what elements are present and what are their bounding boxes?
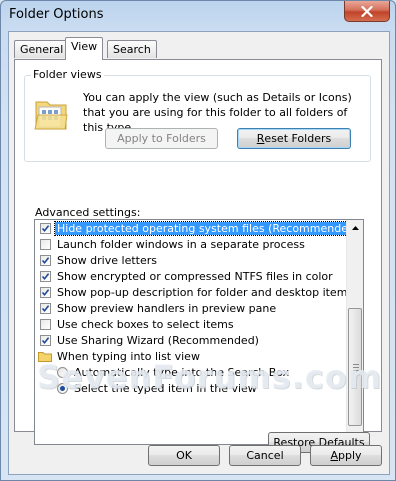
list-item-label: Show pop-up description for folder and d…	[57, 285, 354, 299]
close-icon	[361, 5, 373, 17]
list-item[interactable]: Hide protected operating system files (R…	[40, 220, 363, 236]
radio-unselected[interactable]	[57, 366, 68, 378]
apply-button[interactable]: Apply	[310, 445, 382, 466]
vertical-scrollbar[interactable]	[346, 220, 363, 444]
checkmark-icon	[41, 256, 50, 264]
checkmark-icon	[41, 304, 50, 312]
grip-line	[353, 367, 359, 368]
dialog-client-area: General View Search Folder views You can…	[8, 31, 390, 475]
close-button[interactable]	[344, 1, 390, 22]
list-item[interactable]: Show drive letters	[40, 252, 157, 268]
grip-line	[353, 364, 359, 365]
apply-label: pply	[338, 449, 362, 462]
reset-folders-button[interactable]: Reset Folders	[237, 128, 351, 149]
scrollbar-thumb[interactable]	[348, 308, 362, 426]
list-item-label: Hide protected operating system files (R…	[53, 220, 363, 236]
checkmark-icon	[41, 288, 50, 296]
list-item: When typing into list view	[38, 348, 200, 364]
view-tab-page: Folder views You can apply the view (suc…	[14, 59, 382, 453]
list-item[interactable]: Use Sharing Wizard (Recommended)	[40, 332, 259, 348]
scroll-up-button[interactable]	[347, 220, 363, 236]
ok-button[interactable]: OK	[148, 445, 220, 466]
list-item[interactable]: Launch folder windows in a separate proc…	[40, 236, 305, 252]
list-item[interactable]: Use check boxes to select items	[40, 316, 234, 332]
checkbox-unchecked[interactable]	[40, 318, 51, 330]
list-item-label: Show drive letters	[57, 253, 157, 267]
reset-folders-label: eset Folders	[264, 132, 332, 145]
arrow-up-icon	[351, 226, 359, 230]
list-item[interactable]: Select the typed item in the view	[57, 380, 257, 396]
list-item[interactable]: Automatically type into the Search Box	[57, 364, 289, 380]
advanced-settings-list[interactable]: Hide protected operating system files (R…	[34, 219, 364, 445]
advanced-settings-label: Advanced settings:	[35, 206, 141, 219]
apply-to-folders-button[interactable]: Apply to Folders	[105, 128, 218, 149]
checkbox-checked[interactable]	[40, 222, 51, 234]
checkbox-checked[interactable]	[40, 334, 51, 346]
checkmark-icon	[41, 224, 50, 232]
checkbox-checked[interactable]	[40, 254, 51, 266]
tab-view[interactable]: View	[65, 37, 104, 60]
folder-views-icon	[34, 101, 68, 130]
checkbox-checked[interactable]	[40, 270, 51, 282]
list-item-label: Show encrypted or compressed NTFS files …	[57, 269, 333, 283]
list-item-label: Automatically type into the Search Box	[74, 365, 290, 379]
checkmark-icon	[41, 336, 50, 344]
folder-options-window: Folder Options General View Search Folde…	[0, 0, 396, 481]
radio-dot	[60, 385, 65, 391]
checkmark-icon	[41, 272, 50, 280]
list-item[interactable]: Show encrypted or compressed NTFS files …	[40, 268, 333, 284]
list-item-label: Select the typed item in the view	[74, 381, 257, 395]
tab-search[interactable]: Search	[107, 40, 157, 58]
list-item-label: Use Sharing Wizard (Recommended)	[57, 333, 259, 347]
checkbox-checked[interactable]	[40, 302, 51, 314]
list-item-label: Use check boxes to select items	[57, 317, 234, 331]
list-item[interactable]: Show pop-up description for folder and d…	[40, 284, 353, 300]
apply-accel: A	[330, 449, 338, 462]
folder-views-caption: Folder views	[31, 68, 104, 81]
checkbox-unchecked[interactable]	[40, 238, 51, 250]
folder-views-group: Folder views You can apply the view (suc…	[24, 68, 371, 162]
radio-selected[interactable]	[57, 382, 68, 394]
list-item-label: Show preview handlers in preview pane	[57, 301, 277, 315]
list-item-label: Launch folder windows in a separate proc…	[57, 237, 305, 251]
checkbox-checked[interactable]	[40, 286, 51, 298]
reset-folders-accel: R	[256, 132, 265, 145]
grip-line	[353, 370, 359, 371]
cancel-button[interactable]: Cancel	[229, 445, 301, 466]
window-title: Folder Options	[9, 7, 104, 22]
list-item-label: When typing into list view	[57, 349, 200, 363]
list-item[interactable]: Show preview handlers in preview pane	[40, 300, 276, 316]
tab-general[interactable]: General	[14, 40, 70, 58]
folder-icon	[38, 351, 52, 362]
